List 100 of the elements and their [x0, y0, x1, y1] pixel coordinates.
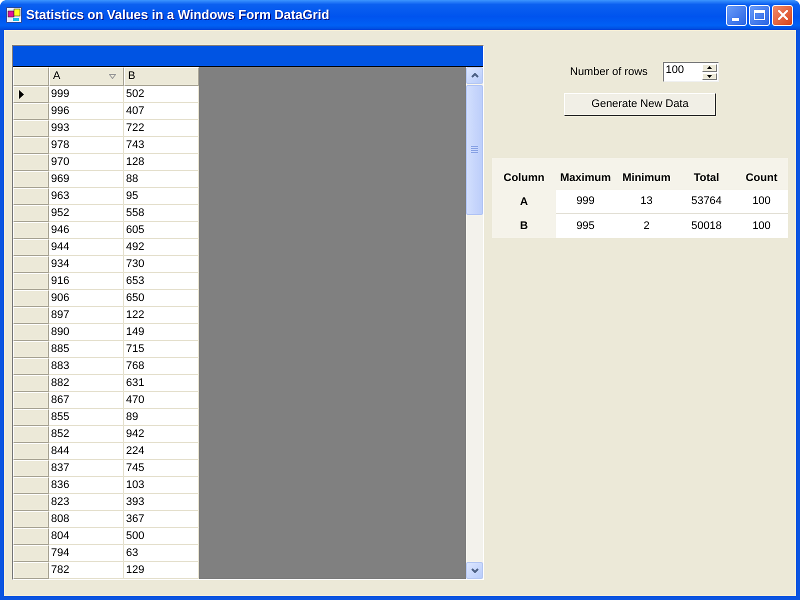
chevron-down-icon [470, 568, 478, 573]
table-cell: 50018 [678, 214, 735, 238]
up-arrow-icon [706, 66, 712, 70]
table-cell: 407 [124, 103, 199, 120]
window-title: Statistics on Values in a Windows Form DataGrid [26, 6, 330, 24]
table-cell: 885 [49, 341, 124, 358]
table-cell: 100 [735, 214, 788, 238]
table-cell: 844 [49, 443, 124, 460]
column-header: Column [502, 170, 546, 186]
table-cell: 890 [49, 324, 124, 341]
table-cell: 715 [124, 341, 199, 358]
table-cell: 730 [124, 256, 199, 273]
minimize-button[interactable] [726, 4, 747, 26]
row-label: A [519, 194, 529, 210]
table-cell: 500 [124, 528, 199, 545]
table-cell: 224 [124, 443, 199, 460]
rows-label: Number of rows [570, 64, 648, 80]
table-cell: 2 [615, 214, 678, 238]
table-cell: 837 [49, 460, 124, 477]
table-cell: 103 [124, 477, 199, 494]
scroll-down-button[interactable] [466, 562, 483, 579]
column-header: Count [744, 170, 778, 186]
table-cell: 836 [49, 477, 124, 494]
header-corner [13, 67, 49, 86]
number-spinner[interactable]: 100 [662, 62, 719, 82]
scroll-up-button[interactable] [466, 67, 483, 84]
table-cell: 804 [49, 528, 124, 545]
table-cell: 768 [124, 358, 199, 375]
column-header: Total [692, 170, 720, 186]
table-cell: 470 [124, 392, 199, 409]
table-cell: 367 [124, 511, 199, 528]
table-cell: 906 [49, 290, 124, 307]
table-cell: 995 [556, 214, 615, 238]
table-cell: 978 [49, 137, 124, 154]
vertical-scrollbar[interactable] [466, 67, 483, 579]
table-cell: 946 [49, 222, 124, 239]
table-cell: 100 [735, 190, 788, 214]
sort-descending-icon [109, 74, 116, 79]
column-header[interactable]: A [49, 67, 124, 86]
table-cell: 492 [124, 239, 199, 256]
grip-icon [471, 146, 478, 154]
table-cell: 882 [49, 375, 124, 392]
table-cell: 63 [124, 545, 199, 562]
table-cell: 743 [124, 137, 199, 154]
column-header: Minimum [621, 170, 672, 186]
table-cell: 794 [49, 545, 124, 562]
spin-up-button[interactable] [702, 64, 717, 72]
close-icon [778, 10, 788, 20]
close-button[interactable] [772, 4, 793, 26]
current-row-icon [19, 90, 24, 99]
table-cell: 631 [124, 375, 199, 392]
table-cell: 502 [124, 86, 199, 103]
table-cell: 653 [124, 273, 199, 290]
table-cell: 916 [49, 273, 124, 290]
table-cell: 782 [49, 562, 124, 579]
table-cell: 129 [124, 562, 199, 579]
table-cell: 13 [615, 190, 678, 214]
table-cell: 53764 [678, 190, 735, 214]
row-label: B [519, 218, 529, 234]
maximize-icon [754, 10, 765, 20]
table-cell: 852 [49, 426, 124, 443]
spin-down-button[interactable] [702, 72, 717, 80]
table-cell: 969 [49, 171, 124, 188]
row-header[interactable] [13, 86, 49, 103]
down-arrow-icon [706, 74, 712, 78]
table-cell: 934 [49, 256, 124, 273]
column-header: Maximum [559, 170, 612, 186]
table-cell: 999 [49, 86, 124, 103]
table-cell: 605 [124, 222, 199, 239]
table-cell: 999 [556, 190, 615, 214]
table-cell: 558 [124, 205, 199, 222]
table-cell: 89 [124, 409, 199, 426]
scrollbar-thumb[interactable] [466, 85, 483, 215]
minimize-icon [732, 18, 739, 20]
table-cell: 149 [124, 324, 199, 341]
table-cell: 128 [124, 154, 199, 171]
table-cell: 393 [124, 494, 199, 511]
app-icon[interactable] [6, 7, 22, 23]
column-header[interactable]: B [124, 67, 199, 86]
maximize-button[interactable] [749, 4, 770, 26]
table-cell: 996 [49, 103, 124, 120]
table-cell: 944 [49, 239, 124, 256]
table-cell: 722 [124, 120, 199, 137]
table-cell: 823 [49, 494, 124, 511]
table-cell: 883 [49, 358, 124, 375]
table-cell: 963 [49, 188, 124, 205]
generate-button[interactable]: Generate New Data [564, 93, 716, 116]
table-cell: 88 [124, 171, 199, 188]
table-cell: 942 [124, 426, 199, 443]
chevron-up-icon [470, 73, 478, 78]
table-cell: 952 [49, 205, 124, 222]
table-cell: 855 [49, 409, 124, 426]
table-cell: 95 [124, 188, 199, 205]
table-cell: 970 [49, 154, 124, 171]
table-cell: 867 [49, 392, 124, 409]
table-cell: 808 [49, 511, 124, 528]
table-cell: 650 [124, 290, 199, 307]
table-cell: 993 [49, 120, 124, 137]
table-cell: 122 [124, 307, 199, 324]
table-cell: 897 [49, 307, 124, 324]
